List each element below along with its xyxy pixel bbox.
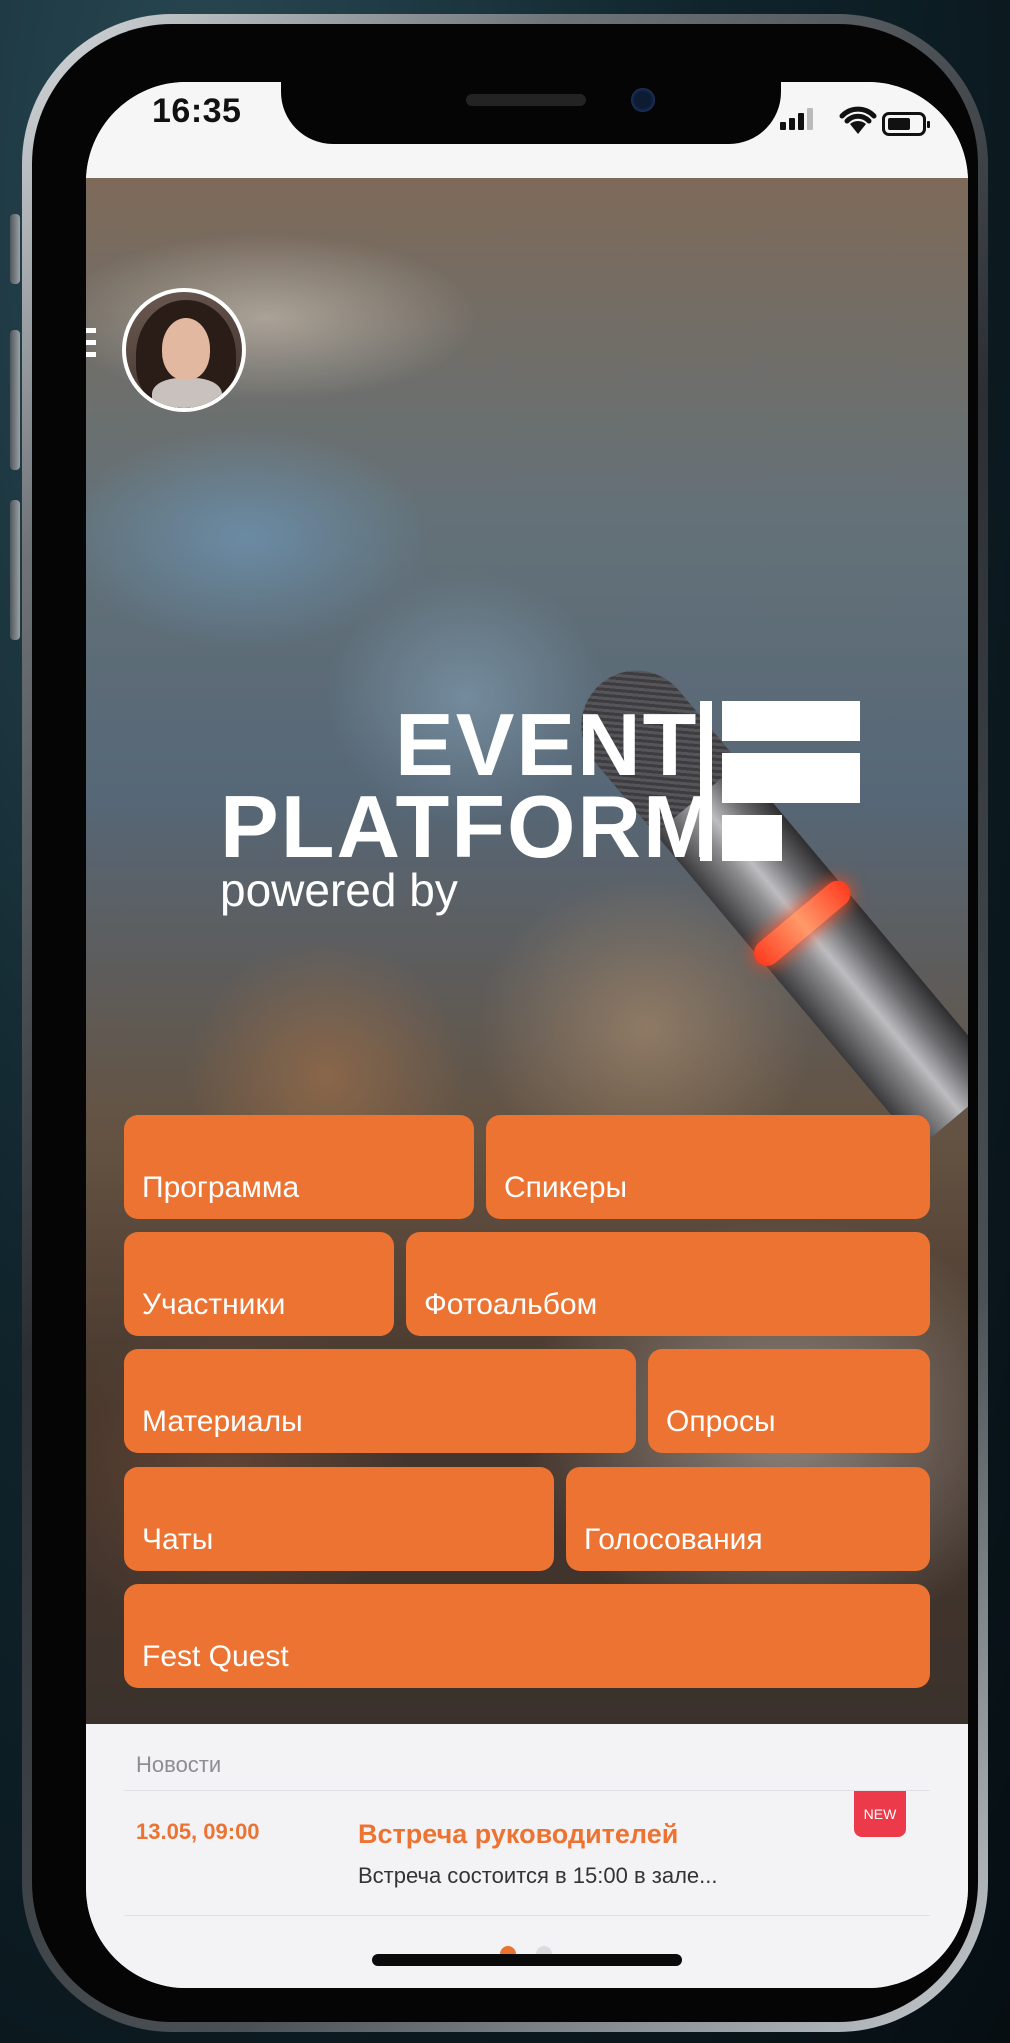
tile-label: Материалы [142,1405,303,1438]
tile-label: Программа [142,1171,300,1204]
app-screen: 16:35 EVENT PLATFORM powered by Программ… [86,82,968,1988]
tile-label: Участники [142,1288,286,1321]
tile-materials[interactable]: Материалы [124,1349,636,1453]
tile-label: Фотоальбом [424,1288,598,1321]
tile-label: Голосования [584,1523,763,1556]
earpiece-speaker [466,94,586,106]
battery-icon [882,112,930,136]
notch [281,82,781,144]
tile-fest-quest[interactable]: Fest Quest [124,1584,930,1688]
status-time: 16:35 [152,92,242,130]
new-badge: NEW [854,1791,906,1837]
news-preview-text: Встреча состоится в 15:00 в зале... [358,1863,718,1888]
tile-label: Спикеры [504,1171,628,1204]
tile-surveys[interactable]: Опросы [648,1349,930,1453]
silent-switch [10,214,20,284]
volume-up-button [10,330,20,470]
volume-down-button [10,500,20,640]
tile-voting[interactable]: Голосования [566,1467,930,1571]
front-camera [631,88,655,112]
tile-label: Опросы [666,1405,776,1438]
tile-program[interactable]: Программа [124,1115,474,1219]
news-headline: Встреча руководителей [358,1819,679,1849]
tile-label: Fest Quest [142,1640,289,1673]
wifi-icon [839,106,877,134]
hero-banner: EVENT PLATFORM powered by Программа Спик… [86,178,968,1724]
tile-participants[interactable]: Участники [124,1232,394,1336]
news-item[interactable]: 13.05, 09:00 Встреча руководителей Встре… [124,1791,930,1915]
tile-chats[interactable]: Чаты [124,1467,554,1571]
home-indicator[interactable] [372,1954,682,1966]
tile-speakers[interactable]: Спикеры [486,1115,930,1219]
divider [124,1915,930,1916]
menu-tiles: Программа Спикеры Участники Фотоальбом М… [86,178,968,1724]
tile-label: Чаты [142,1523,214,1556]
news-date: 13.05, 09:00 [136,1819,260,1844]
news-section: Новости 13.05, 09:00 Встреча руководител… [86,1724,968,1988]
news-section-title: Новости [136,1752,222,1777]
tile-photo-album[interactable]: Фотоальбом [406,1232,930,1336]
